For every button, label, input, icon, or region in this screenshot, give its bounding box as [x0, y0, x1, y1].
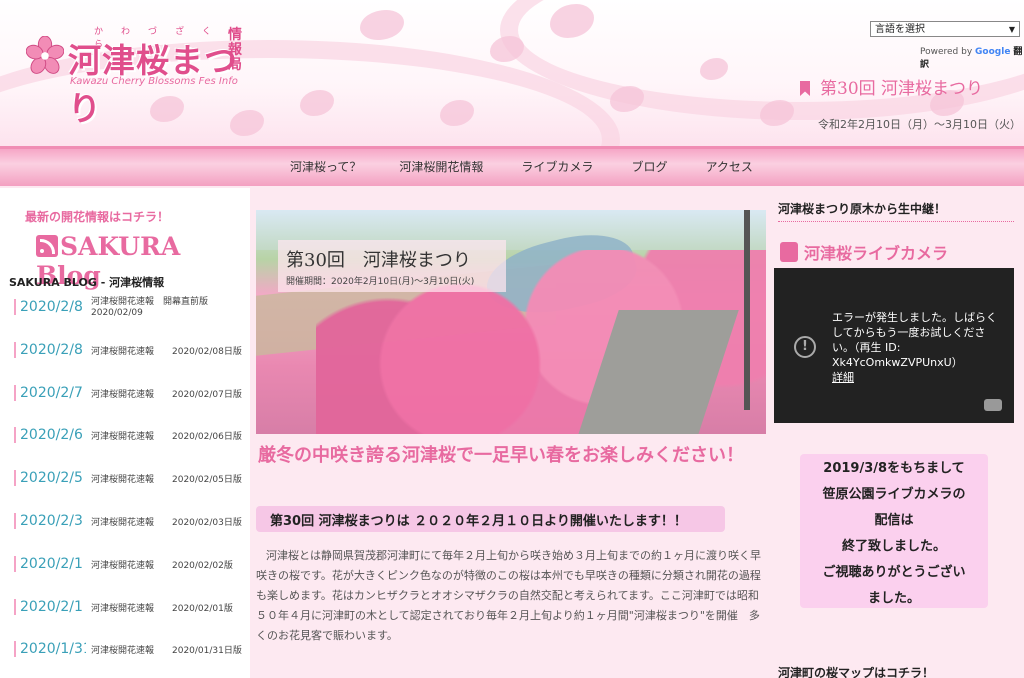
- event-date: 令和2年2月10日（月）～3月10日（火）: [818, 118, 1021, 131]
- event-title-text: 第30回 河津桜まつり: [820, 79, 984, 99]
- notice-line: 笹原公園ライブカメラの: [822, 487, 966, 502]
- language-select-value: 言語を選択: [875, 24, 925, 35]
- hero-caption: 第30回 河津桜まつり 開催期間：2020年2月10日(月)～3月10日(火): [278, 240, 506, 292]
- google-translate-credit: Powered by Google 翻訳: [920, 44, 1024, 70]
- list-item[interactable]: 2020/2/7 河津桜開花速報 2020/02/07日版: [0, 377, 250, 420]
- list-item[interactable]: 2020/2/6 河津桜開花速報 2020/02/06日版: [0, 419, 250, 463]
- youtube-logo-icon[interactable]: [984, 399, 1002, 411]
- bookmark-icon: [800, 81, 810, 96]
- post-title[interactable]: 河津桜開花速報 2020/01/31日版: [91, 643, 242, 656]
- nav-item-about[interactable]: 河津桜って？: [290, 158, 361, 175]
- video-error-message: エラーが発生しました。しばらくしてからもう一度お試しください。（再生 ID: X…: [832, 310, 1002, 385]
- live-stream-heading: 河津桜まつり原木から生中継！: [778, 200, 1014, 222]
- sakura-flower-icon: [26, 36, 64, 74]
- petal-decoration: [360, 10, 404, 40]
- post-date: 2020/2/7: [14, 384, 86, 401]
- post-title[interactable]: 河津桜開花速報 2020/02/01版: [91, 601, 233, 614]
- page-headline: 厳冬の中咲き誇る河津桜で一足早い春をお楽しみください！: [258, 445, 744, 466]
- main-navigation: 河津桜って？ 河津桜開花情報 ライブカメラ ブログ アクセス: [0, 146, 1024, 186]
- nav-item-blog[interactable]: ブログ: [631, 158, 667, 175]
- post-date: 2020/2/5: [14, 470, 86, 487]
- post-title[interactable]: 河津桜開花速報 2020/02/05日版: [91, 472, 242, 485]
- video-player[interactable]: ! エラーが発生しました。しばらくしてからもう一度お試しください。（再生 ID:…: [774, 268, 1014, 423]
- post-date: 2020/2/1: [14, 598, 86, 615]
- powered-by-label: Powered by: [920, 47, 973, 57]
- notice-line: ました。: [867, 591, 920, 606]
- hero-utility-pole: [744, 210, 750, 410]
- post-title[interactable]: 河津桜開花速報 2020/02/03日版: [91, 515, 242, 528]
- google-logo[interactable]: Google: [975, 47, 1010, 57]
- notice-line: 終了致しました。: [841, 539, 946, 554]
- announcement-banner: 第30回 河津桜まつりは ２０２０年２月１０日より開催いたします！！: [256, 506, 725, 532]
- warning-icon: !: [794, 336, 816, 358]
- site-header: かわづざくら 河津桜まつり Kawazu Cherry Blossoms Fes…: [0, 0, 1024, 146]
- post-date: 2020/2/6: [14, 427, 86, 444]
- blog-feed-label: SAKURA BLOG - 河津桜情報: [9, 276, 165, 289]
- list-item[interactable]: 2020/2/1 河津桜開花速報 2020/02/01版: [0, 591, 250, 634]
- logo-side-text: 情報局: [228, 27, 242, 73]
- nav-item-bloom-info[interactable]: 河津桜開花情報: [399, 158, 483, 175]
- sidebar-heading: 最新の開花情報はコチラ！: [25, 210, 170, 224]
- notice-line: 2019/3/8をもちまして: [823, 461, 965, 476]
- camera-end-notice: 2019/3/8をもちまして 笹原公園ライブカメラの 配信は 終了致しました。 …: [800, 454, 988, 608]
- video-error-text: エラーが発生しました。しばらくしてからもう一度お試しください。（再生 ID: X…: [832, 311, 997, 369]
- live-camera-title-text: 河津桜ライブカメラ: [804, 244, 949, 263]
- hero-caption-title: 第30回 河津桜まつり: [286, 250, 471, 271]
- post-date: 2020/2/8: [14, 341, 86, 358]
- blog-post-list: 2020/2/8 河津桜開花速報 開幕直前版 2020/02/09 2020/2…: [0, 291, 250, 677]
- list-item[interactable]: 2020/2/3 河津桜開花速報 2020/02/03日版: [0, 505, 250, 548]
- right-sidebar: 河津桜まつり原木から生中継！ 河津桜ライブカメラ ! エラーが発生しました。しば…: [772, 188, 1016, 678]
- list-item[interactable]: 2020/2/5 河津桜開花速報 2020/02/05日版: [0, 462, 250, 505]
- nav-item-live-camera[interactable]: ライブカメラ: [521, 158, 593, 175]
- hero-photo: 第30回 河津桜まつり 開催期間：2020年2月10日(月)～3月10日(火): [256, 210, 766, 434]
- site-logo[interactable]: かわづざくら 河津桜まつり Kawazu Cherry Blossoms Fes…: [22, 24, 252, 128]
- video-details-link[interactable]: 詳細: [832, 370, 1002, 385]
- post-date: 2020/2/1: [14, 555, 86, 572]
- main-content: 第30回 河津桜まつり 開催期間：2020年2月10日(月)～3月10日(火) …: [256, 210, 766, 678]
- event-title: 第30回 河津桜まつり: [800, 74, 983, 99]
- language-select[interactable]: 言語を選択 ▼: [870, 21, 1020, 37]
- cherry-map-heading: 河津町の桜マップはコチラ！: [778, 666, 935, 678]
- post-title[interactable]: 河津桜開花速報 2020/02/06日版: [91, 429, 242, 442]
- post-subtitle: 2020/02/09: [91, 308, 143, 318]
- post-date: 2020/2/8: [14, 299, 86, 315]
- intro-paragraph: 河津桜とは静岡県賀茂郡河津町にて毎年２月上旬から咲き始め３月上旬までの約１ヶ月に…: [256, 549, 761, 642]
- notice-line: ご視聴ありがとうござい: [822, 565, 966, 580]
- post-date: 2020/1/31: [14, 641, 86, 658]
- hero-caption-subtitle: 開催期間：2020年2月10日(月)～3月10日(火): [286, 277, 475, 287]
- list-item[interactable]: 2020/2/1 河津桜開花速報 2020/02/02版: [0, 548, 250, 591]
- list-item[interactable]: 2020/1/31 河津桜開花速報 2020/01/31日版: [0, 633, 250, 677]
- petal-decoration: [760, 100, 794, 126]
- rss-icon: [36, 235, 58, 257]
- post-title[interactable]: 河津桜開花速報 2020/02/02版: [91, 558, 233, 571]
- nav-item-access[interactable]: アクセス: [705, 158, 752, 175]
- live-camera-title: 河津桜ライブカメラ: [780, 240, 948, 264]
- dropdown-arrow-icon: ▼: [1008, 25, 1015, 34]
- left-sidebar: 最新の開花情報はコチラ！ SAKURA Blog SAKURA BLOG - 河…: [0, 188, 250, 678]
- notice-line: 配信は: [874, 513, 914, 528]
- post-date: 2020/2/3: [14, 512, 86, 529]
- youtube-icon: [780, 242, 798, 262]
- petal-decoration: [610, 86, 644, 112]
- post-title[interactable]: 河津桜開花速報 開幕直前版: [91, 294, 208, 307]
- post-title[interactable]: 河津桜開花速報 2020/02/08日版: [91, 344, 242, 357]
- logo-subtitle: Kawazu Cherry Blossoms Fes Info: [70, 76, 238, 87]
- list-item[interactable]: 2020/2/8 河津桜開花速報 開幕直前版 2020/02/09: [0, 291, 250, 334]
- post-title[interactable]: 河津桜開花速報 2020/02/07日版: [91, 387, 242, 400]
- list-item[interactable]: 2020/2/8 河津桜開花速報 2020/02/08日版: [0, 334, 250, 377]
